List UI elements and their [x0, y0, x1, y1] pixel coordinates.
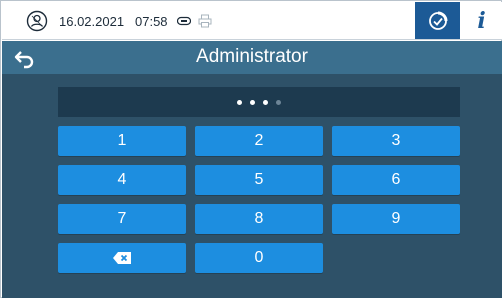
key-8[interactable]: 8	[195, 204, 323, 234]
info-icon: i	[477, 7, 486, 34]
program-cycle-icon	[428, 11, 447, 30]
key-3[interactable]: 3	[332, 126, 460, 156]
pin-display	[58, 87, 460, 117]
pin-dot-filled	[237, 99, 242, 105]
usb-icon	[177, 16, 191, 26]
key-7[interactable]: 7	[58, 204, 186, 234]
key-9[interactable]: 9	[332, 204, 460, 234]
key-2[interactable]: 2	[195, 126, 323, 156]
key-4[interactable]: 4	[58, 165, 186, 195]
pin-dot-empty	[276, 99, 281, 105]
pin-dot-filled	[250, 99, 255, 105]
status-time: 07:58	[135, 14, 168, 29]
device-screen: 16.02.2021 07:58 i Administrator 1 2 3 4…	[0, 0, 502, 298]
backspace-icon	[113, 252, 131, 264]
title-bar: Administrator	[2, 41, 502, 74]
backspace-button[interactable]	[58, 243, 186, 273]
pin-entry-panel: 1 2 3 4 5 6 7 8 9 0	[2, 74, 502, 298]
status-bar: 16.02.2021 07:58 i	[2, 2, 502, 40]
program-button[interactable]	[415, 2, 460, 39]
page-title: Administrator	[196, 46, 308, 67]
info-button[interactable]: i	[461, 2, 502, 39]
user-circle-icon	[26, 10, 48, 32]
key-1[interactable]: 1	[58, 126, 186, 156]
status-date: 16.02.2021	[59, 14, 125, 29]
printer-icon	[198, 14, 212, 28]
key-0[interactable]: 0	[195, 243, 323, 273]
key-6[interactable]: 6	[332, 165, 460, 195]
key-5[interactable]: 5	[195, 165, 323, 195]
pin-dot-filled	[263, 99, 268, 105]
